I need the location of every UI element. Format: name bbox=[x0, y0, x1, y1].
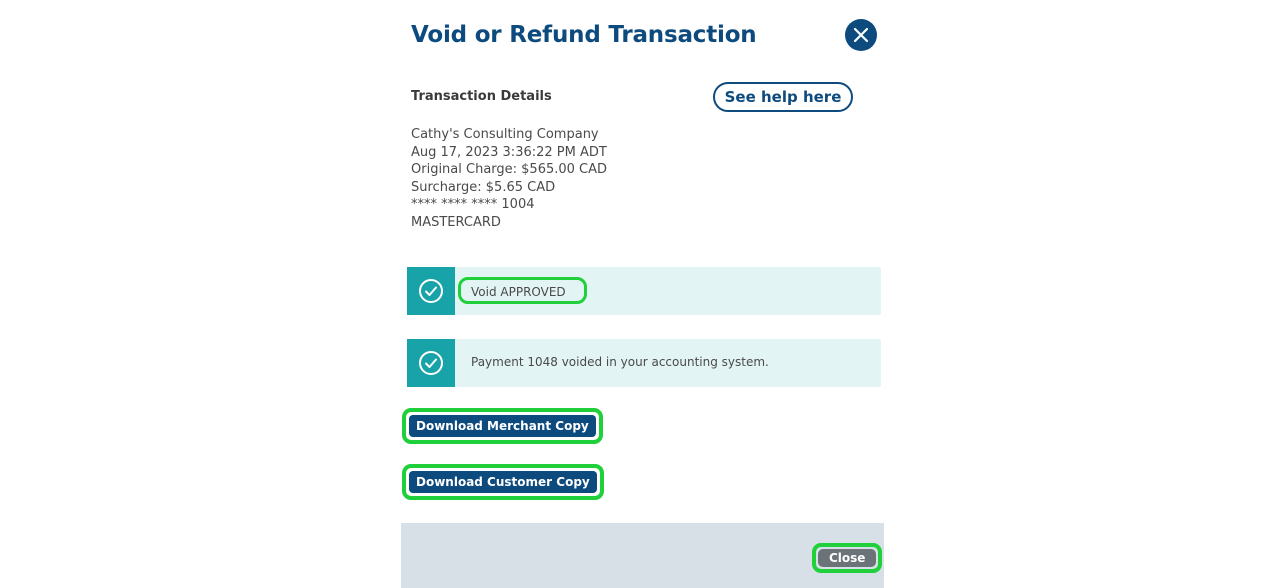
download-merchant-highlight: Download Merchant Copy bbox=[402, 408, 603, 444]
check-circle-icon bbox=[407, 267, 455, 315]
close-button[interactable]: Close bbox=[818, 549, 877, 567]
transaction-details: Cathy's Consulting Company Aug 17, 2023 … bbox=[411, 126, 607, 231]
download-merchant-copy-button[interactable]: Download Merchant Copy bbox=[409, 415, 596, 437]
download-customer-highlight: Download Customer Copy bbox=[402, 464, 604, 500]
modal-title: Void or Refund Transaction bbox=[411, 22, 757, 48]
transaction-details-heading: Transaction Details bbox=[411, 89, 552, 104]
close-button-highlight: Close bbox=[812, 543, 883, 573]
void-refund-modal: Void or Refund Transaction Transaction D… bbox=[401, 0, 884, 588]
void-status-text: Void APPROVED bbox=[471, 285, 566, 299]
card-number: **** **** **** 1004 bbox=[411, 197, 535, 212]
accounting-voided-alert: Payment 1048 voided in your accounting s… bbox=[407, 339, 881, 387]
check-circle-icon bbox=[407, 339, 455, 387]
surcharge: Surcharge: $5.65 CAD bbox=[411, 179, 556, 195]
close-x-icon bbox=[853, 27, 869, 43]
void-approved-alert: Void APPROVED bbox=[407, 267, 881, 315]
card-type: MASTERCARD bbox=[411, 214, 501, 230]
modal-footer: Close bbox=[401, 523, 884, 588]
void-status-highlight: Void APPROVED bbox=[458, 277, 587, 304]
see-help-button[interactable]: See help here bbox=[713, 82, 853, 112]
original-charge: Original Charge: $565.00 CAD bbox=[411, 162, 608, 177]
company-name: Cathy's Consulting Company bbox=[411, 127, 599, 142]
close-modal-button[interactable] bbox=[845, 19, 877, 51]
download-customer-copy-button[interactable]: Download Customer Copy bbox=[409, 471, 597, 493]
accounting-voided-text: Payment 1048 voided in your accounting s… bbox=[471, 355, 769, 369]
transaction-datetime: Aug 17, 2023 3:36:22 PM ADT bbox=[411, 144, 607, 160]
